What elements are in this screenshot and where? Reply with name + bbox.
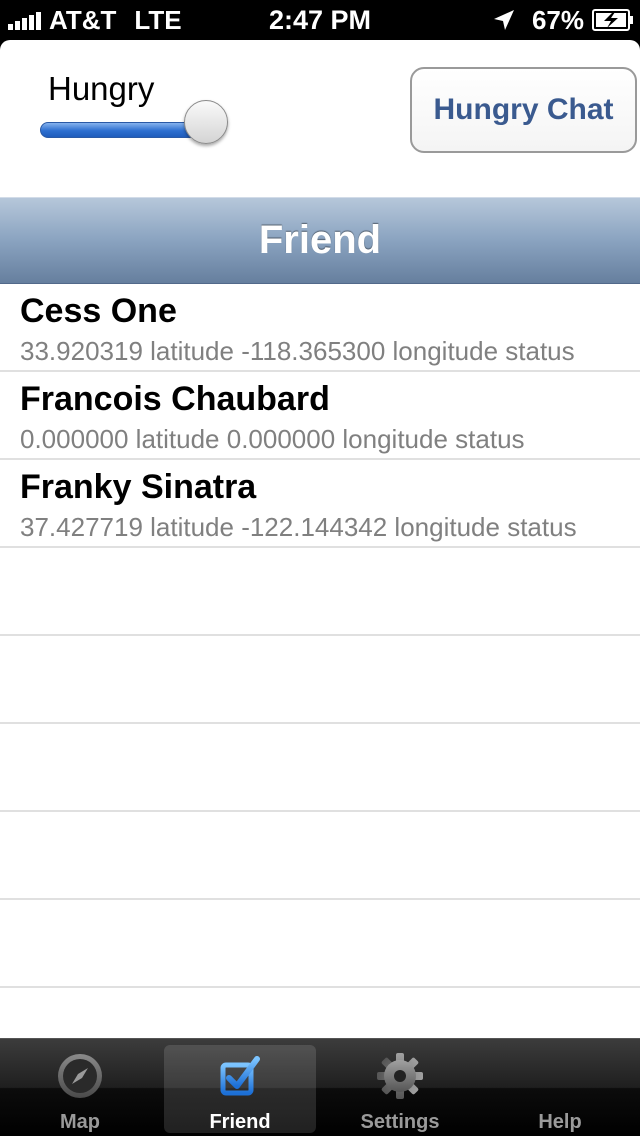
slider-thumb[interactable] (184, 100, 228, 144)
friends-table: Cess One 33.920319 latitude -118.365300 … (0, 284, 640, 1038)
empty-row (0, 988, 640, 1038)
checkbox-icon (220, 1056, 260, 1096)
hungry-slider[interactable] (40, 100, 228, 144)
tab-label: Help (538, 1111, 582, 1133)
empty-row (0, 900, 640, 988)
battery-charging-icon (592, 9, 633, 31)
gear-icon (377, 1053, 423, 1099)
tab-settings[interactable]: Settings (320, 1039, 480, 1136)
friend-detail: 0.000000 latitude 0.000000 longitude sta… (20, 424, 525, 454)
tab-help[interactable]: Help (480, 1039, 640, 1136)
compass-icon (58, 1054, 102, 1098)
friend-detail: 37.427719 latitude -122.144342 longitude… (20, 512, 577, 542)
empty-row (0, 548, 640, 636)
section-title: Friend (258, 218, 382, 262)
friend-name: Francois Chaubard (20, 380, 330, 418)
top-controls: Hungry Hungry Chat (0, 40, 640, 197)
friend-name: Cess One (20, 292, 177, 330)
section-header: Friend (0, 197, 640, 284)
friend-detail: 33.920319 latitude -118.365300 longitude… (20, 336, 575, 366)
tab-label: Map (60, 1111, 100, 1133)
tab-map[interactable]: Map (0, 1039, 160, 1136)
status-right: 67% (492, 5, 634, 35)
table-row[interactable]: Francois Chaubard 0.000000 latitude 0.00… (0, 372, 640, 460)
tab-label: Friend (209, 1111, 271, 1133)
empty-row (0, 636, 640, 724)
tab-bar: Map Friend Settings Help (0, 1038, 640, 1136)
hungry-chat-button[interactable]: Hungry Chat (410, 67, 637, 153)
status-bar: AT&T LTE 2:47 PM 67% (0, 0, 640, 40)
location-arrow-icon (493, 10, 514, 30)
tab-label: Settings (360, 1111, 440, 1133)
empty-row (0, 812, 640, 900)
friend-name: Franky Sinatra (20, 468, 257, 506)
tab-friend[interactable]: Friend (160, 1039, 320, 1136)
hungry-label: Hungry (48, 70, 155, 107)
battery-percent: 67% (531, 4, 584, 35)
empty-row (0, 724, 640, 812)
table-row[interactable]: Cess One 33.920319 latitude -118.365300 … (0, 284, 640, 372)
table-row[interactable]: Franky Sinatra 37.427719 latitude -122.1… (0, 460, 640, 548)
